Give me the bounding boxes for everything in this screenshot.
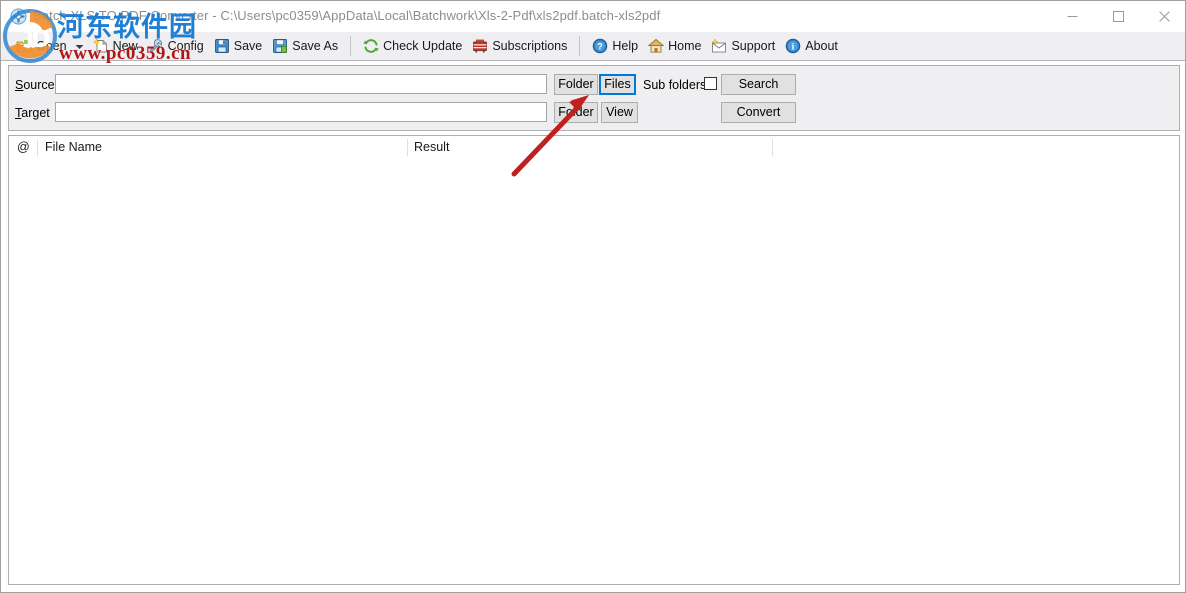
window-title: Batch XLS TO PDF Converter - C:\Users\pc… <box>33 8 661 23</box>
help-question-icon: ? <box>592 38 608 54</box>
new-document-icon <box>92 38 109 54</box>
toolbar-button-save[interactable]: Save <box>209 35 268 58</box>
toolbar-label-open: Open <box>36 39 67 53</box>
save-disk-icon <box>214 38 230 54</box>
source-target-panel: Source Folder Files Sub folders Search T… <box>8 65 1180 131</box>
toolbar-button-about[interactable]: i About <box>780 35 843 58</box>
source-path-input[interactable] <box>55 74 547 94</box>
toolbar-button-check-update[interactable]: Check Update <box>358 35 467 58</box>
toolbar-button-open[interactable]: Open <box>11 35 72 58</box>
column-divider-1[interactable] <box>37 139 38 156</box>
file-list-header: @ File Name Result <box>9 136 1179 160</box>
source-label: Source <box>15 77 55 93</box>
search-button[interactable]: Search <box>721 74 796 95</box>
convert-button[interactable]: Convert <box>721 102 796 123</box>
close-icon <box>1158 11 1170 22</box>
target-path-input[interactable] <box>55 102 547 122</box>
svg-text:i: i <box>792 43 795 53</box>
column-header-at[interactable]: @ <box>17 136 30 159</box>
support-mail-icon <box>711 38 727 54</box>
open-folder-icon <box>16 38 33 54</box>
column-divider-2[interactable] <box>407 139 408 156</box>
target-label: Target <box>15 105 50 121</box>
column-divider-3[interactable] <box>772 139 773 156</box>
source-files-button[interactable]: Files <box>599 74 636 95</box>
toolbar-label-support: Support <box>731 39 776 53</box>
toolbar-button-new[interactable]: New <box>88 35 143 58</box>
source-folder-button[interactable]: Folder <box>554 74 598 95</box>
toolbar-separator-1 <box>350 36 352 56</box>
toolbar-label-home: Home <box>668 39 702 53</box>
toolbar-button-config[interactable]: Config <box>143 35 209 58</box>
sub-folders-checkbox[interactable] <box>704 77 717 90</box>
target-label-rest: arget <box>21 106 50 120</box>
close-button[interactable] <box>1141 1 1185 32</box>
toolbar-label-about: About <box>805 39 838 53</box>
toolbar-button-support[interactable]: Support <box>706 35 780 58</box>
toolbar-label-new: New <box>112 39 138 53</box>
svg-text:?: ? <box>598 42 604 52</box>
column-header-result[interactable]: Result <box>414 136 449 159</box>
app-icon <box>10 8 27 25</box>
open-dropdown-caret[interactable] <box>72 35 88 58</box>
toolbar-label-config: Config <box>167 39 204 53</box>
toolbar-button-help[interactable]: ? Help <box>587 35 643 58</box>
toolbar-label-subscriptions: Subscriptions <box>492 39 568 53</box>
column-header-file-name[interactable]: File Name <box>45 136 102 159</box>
toolbar-button-home[interactable]: Home <box>643 35 706 58</box>
maximize-button[interactable] <box>1095 1 1141 32</box>
minimize-icon <box>1067 16 1077 17</box>
toolbar-label-save: Save <box>233 39 263 53</box>
toolbar-label-check-update: Check Update <box>383 39 463 53</box>
save-as-disk-icon <box>272 38 288 54</box>
file-list: @ File Name Result <box>8 135 1180 585</box>
toolbar-separator-2 <box>579 36 581 56</box>
title-bar: Batch XLS TO PDF Converter - C:\Users\pc… <box>1 1 1185 32</box>
sub-folders-label: Sub folders <box>643 78 707 92</box>
toolbar-label-save-as: Save As <box>292 39 339 53</box>
toolbar-button-save-as[interactable]: Save As <box>267 35 343 58</box>
source-label-rest: ource <box>23 78 55 92</box>
window-controls <box>1049 1 1185 32</box>
application-window: Batch XLS TO PDF Converter - C:\Users\pc… <box>0 0 1186 593</box>
subscriptions-cart-icon <box>472 38 488 54</box>
toolbar-label-help: Help <box>612 39 639 53</box>
maximize-icon <box>1112 11 1124 22</box>
toolbar-button-subscriptions[interactable]: Subscriptions <box>467 35 572 58</box>
about-info-icon: i <box>785 38 801 54</box>
config-tools-icon <box>148 38 164 54</box>
chevron-down-icon <box>75 37 84 55</box>
target-folder-button[interactable]: Folder <box>554 102 598 123</box>
refresh-update-icon <box>363 38 379 54</box>
target-view-button[interactable]: View <box>601 102 638 123</box>
main-toolbar: Open New Config Save Save As Check Updat… <box>1 32 1185 61</box>
file-list-body[interactable] <box>9 159 1179 584</box>
home-house-icon <box>647 38 665 54</box>
minimize-button[interactable] <box>1049 1 1095 32</box>
